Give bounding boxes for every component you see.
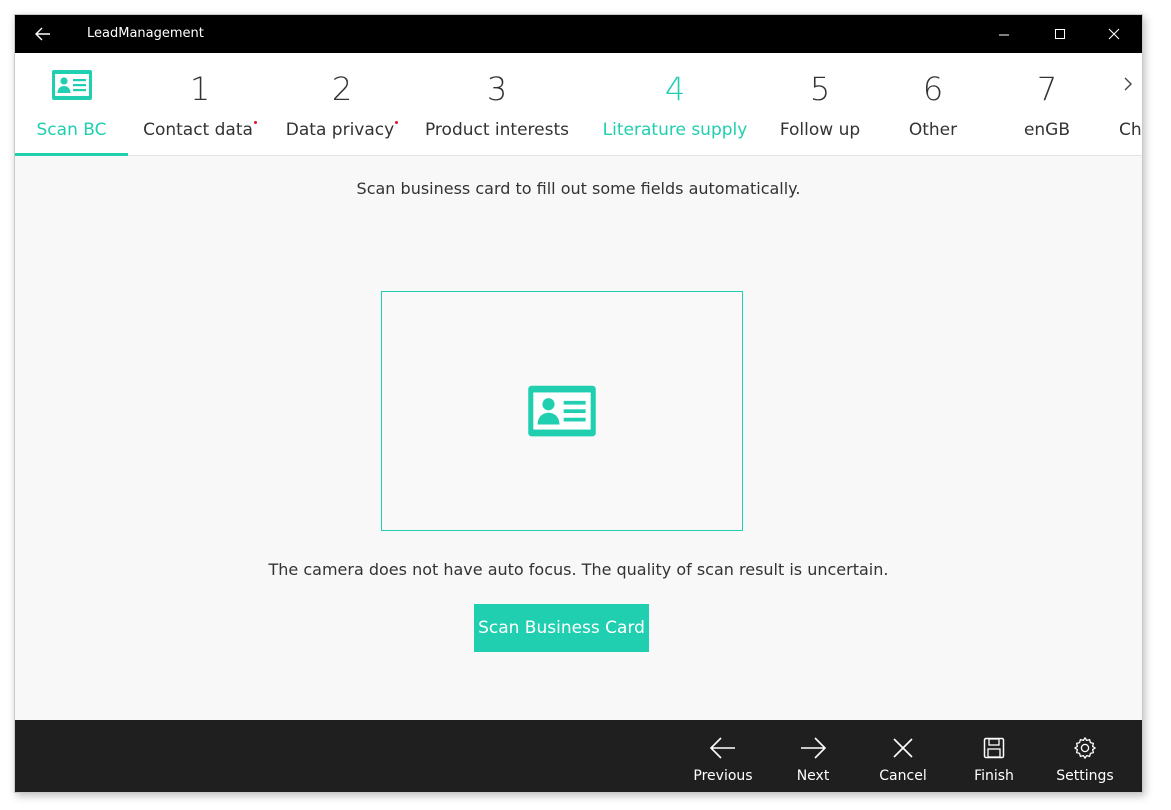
next-button[interactable]: Next [771,720,855,792]
arrow-left-icon [35,27,50,41]
arrow-right-icon [801,737,827,759]
previous-button[interactable]: Previous [681,720,765,792]
tab-number: 3 [486,70,508,108]
tab-literature-supply[interactable]: 4 Literature supply [593,53,757,156]
finish-button[interactable]: Finish [952,720,1036,792]
arrow-left-icon [709,737,735,759]
tab-label: Ch [1119,120,1142,140]
next-label: Next [796,768,830,784]
minimize-button[interactable] [981,15,1027,53]
tab-partial[interactable]: Ch [1111,53,1142,156]
tab-label-wrap: Contact data [135,119,265,141]
app-window: LeadManagement Scan BC 1 Contact data 2 … [14,14,1143,793]
autofocus-warning-text: The camera does not have auto focus. The… [268,560,889,579]
cancel-button[interactable]: Cancel [861,720,945,792]
close-icon [893,738,913,758]
tab-number: 2 [331,70,353,108]
tab-label: Other [908,120,958,140]
tab-product-interests[interactable]: 3 Product interests [415,53,579,156]
required-dot [395,121,399,124]
tab-number: 1 [189,70,211,108]
business-card-icon [528,385,596,437]
tab-label: Product interests [424,120,570,140]
close-icon [1108,28,1120,40]
previous-label: Previous [693,768,753,784]
tabs-scroll-right-button[interactable] [1116,71,1140,97]
tab-number: 5 [809,70,831,108]
business-card-icon [51,70,92,100]
tab-follow-up[interactable]: 5 Follow up [767,53,873,156]
close-button[interactable] [1091,15,1137,53]
minimize-icon [999,34,1009,36]
step-tabs: Scan BC 1 Contact data 2 Data privacy 3 … [15,53,1142,156]
tab-label: Scan BC [36,120,107,140]
maximize-button[interactable] [1037,15,1083,53]
window-title: LeadManagement [87,26,204,41]
tab-label: Contact data [143,120,253,140]
tab-contact-data[interactable]: 1 Contact data [135,53,265,156]
tab-number: 6 [922,70,944,108]
required-dot [253,121,257,124]
scan-hint-text: Scan business card to fill out some fiel… [356,179,801,198]
settings-label: Settings [1056,768,1114,784]
gear-icon [1074,737,1096,759]
tab-label: Literature supply [602,120,748,140]
back-button[interactable] [31,23,55,45]
active-tab-indicator [15,153,128,156]
save-icon [983,737,1005,759]
cancel-label: Cancel [879,768,927,784]
command-bar: Previous Next Cancel Finish Settings [15,720,1142,792]
tab-number: 7 [1036,70,1058,108]
camera-preview[interactable] [381,291,743,531]
tab-label: Data privacy [285,120,395,140]
settings-button[interactable]: Settings [1043,720,1127,792]
tab-label: enGB [1023,120,1071,140]
title-bar: LeadManagement [15,15,1142,53]
chevron-right-icon [1124,77,1132,91]
tab-label: Follow up [779,120,861,140]
finish-label: Finish [974,768,1014,784]
tab-scan-bc[interactable]: Scan BC [15,53,128,156]
scan-business-card-button[interactable]: Scan Business Card [474,604,649,652]
maximize-icon [1055,29,1065,39]
tab-engb[interactable]: 7 enGB [1001,53,1093,156]
tab-label-wrap: Data privacy [277,119,407,141]
tab-other[interactable]: 6 Other [885,53,981,156]
tab-number: 4 [664,70,686,108]
tab-data-privacy[interactable]: 2 Data privacy [277,53,407,156]
